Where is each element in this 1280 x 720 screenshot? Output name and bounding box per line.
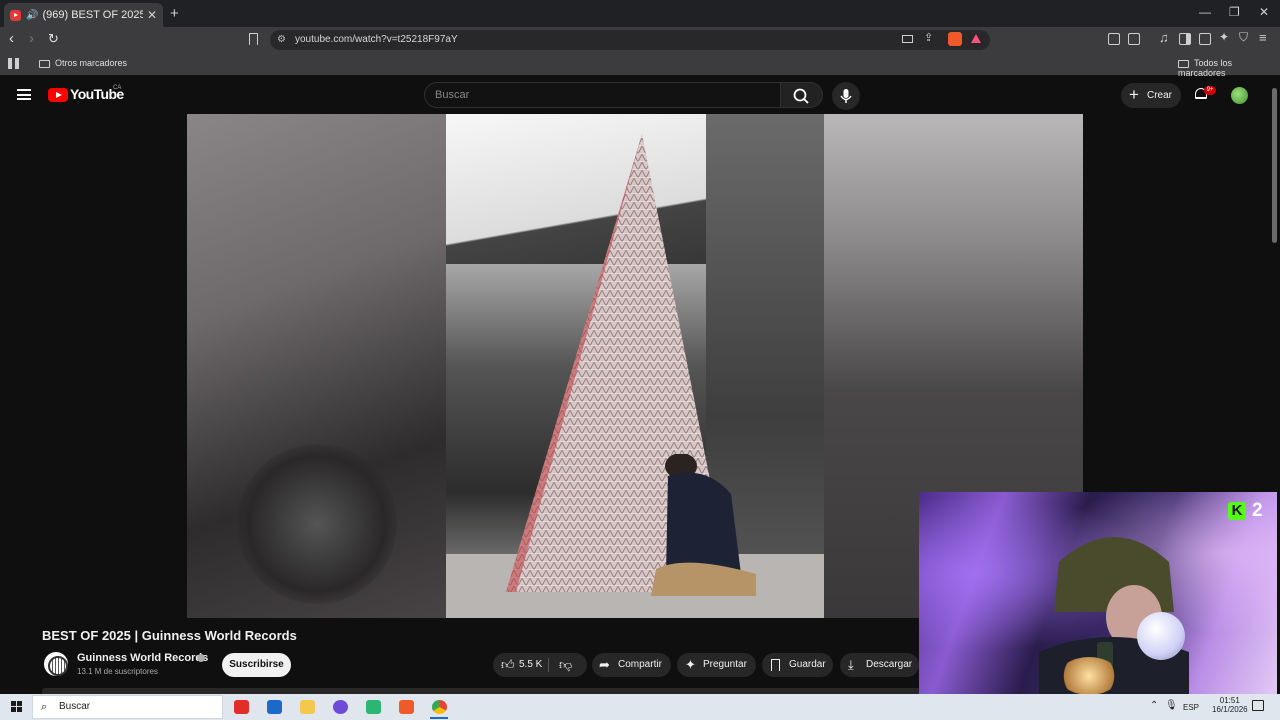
leo-ai-icon[interactable]: ✦ [1219,30,1229,44]
like-dislike-group: 👍︎ 5.5 K 👎︎ [493,653,587,677]
brave-rewards-icon[interactable] [971,34,981,43]
share-button[interactable]: ➦ Compartir [592,653,671,677]
tab-title: (969) BEST OF 2025 | Guinness [42,9,143,21]
app-icon[interactable] [366,700,381,714]
youtube-logo-icon[interactable] [48,88,68,102]
save-bookmark-icon [771,659,780,671]
vpn-shield-icon[interactable]: ⛉ [1239,30,1248,45]
new-tab-button[interactable]: + [170,5,179,22]
url-text: youtube.com/watch?v=t25218F97aY [295,34,458,45]
create-button[interactable]: + Crear [1121,83,1181,108]
tray-chevron-icon[interactable]: ⌃ [1150,700,1158,711]
bookmarks-bar [0,53,1280,75]
chrome-browser-icon[interactable] [432,700,447,714]
search-icon: ⌕ [41,701,48,713]
user-avatar[interactable] [1231,87,1248,104]
download-button[interactable]: ⤓ Descargar [840,653,919,677]
save-button[interactable]: Guardar [762,653,833,677]
like-count[interactable]: 5.5 K [519,653,542,677]
sidebar-icon[interactable] [1179,33,1191,45]
voice-search-button[interactable] [832,82,860,110]
screenshot-icon[interactable] [1128,33,1140,45]
lamp-image [1137,612,1185,660]
search-input[interactable]: Buscar [424,82,781,108]
microphone-tray-icon[interactable]: 🎙︎ [1165,700,1178,711]
brave-shields-icon[interactable] [948,32,962,46]
clock[interactable]: 01:51 16/1/2026 [1212,696,1248,714]
plus-icon: + [1129,85,1139,104]
back-button[interactable]: ‹ [9,31,14,47]
address-bar[interactable]: ⚙ youtube.com/watch?v=t25218F97aY [270,30,990,50]
restore-button[interactable]: ❐ [1229,5,1240,19]
folder-icon [1178,59,1189,68]
video-blur-left [187,114,446,618]
folder-icon [39,59,50,68]
subscribe-button[interactable]: Suscribirse [222,653,291,677]
cast-icon[interactable] [902,35,913,43]
language-indicator[interactable]: ESP [1183,703,1199,712]
notification-center-icon[interactable] [1252,700,1264,711]
candle-image [1059,657,1119,695]
channel-avatar[interactable] [42,650,70,678]
share-icon: ➦ [599,657,610,672]
other-bookmarks[interactable]: Otros marcadores [39,58,127,68]
date-text: 16/1/2026 [1212,705,1248,714]
bookmark-icon[interactable] [249,33,258,45]
speaker-icon[interactable]: 🔊 [26,10,38,21]
verified-check-icon [197,654,205,662]
subscriber-count: 13.1 M de suscriptores [77,667,158,676]
active-app-indicator [430,717,448,719]
file-explorer-icon[interactable] [300,700,315,714]
kick-viewer-count: 2 [1252,500,1263,521]
windows-start-icon[interactable] [11,701,22,712]
microphone-icon [840,89,852,103]
webcam-overlay [919,492,1277,695]
time-text: 01:51 [1219,696,1240,705]
country-code: CA [113,85,122,91]
extensions-icon[interactable] [1108,33,1120,45]
forward-button[interactable]: › [29,31,34,47]
ask-button[interactable]: ✦ Preguntar [677,653,756,677]
thumbs-down-icon[interactable]: 👎︎ [559,653,572,677]
site-settings-icon[interactable]: ⚙ [277,30,286,50]
taskbar-search[interactable]: ⌕ Buscar [32,695,223,719]
browser-menu-icon[interactable]: ≡ [1259,30,1267,45]
notification-badge: 9+ [1204,86,1216,95]
video-frame [446,114,824,618]
app-icon[interactable] [333,700,348,714]
youtube-favicon-icon [10,9,21,21]
channel-name[interactable]: Guinness World Records [77,652,208,664]
thumbs-up-icon[interactable]: 👍︎ [501,653,515,677]
download-icon: ⤓ [848,657,854,672]
hamburger-menu-icon[interactable] [17,89,31,100]
close-tab-icon[interactable]: ✕ [147,8,157,22]
search-button[interactable] [781,82,823,108]
card-tower-image [506,134,732,592]
sparkle-icon: ✦ [685,657,696,672]
store-app-icon[interactable] [267,700,282,714]
minimize-button[interactable]: — [1199,5,1211,19]
brave-browser-icon[interactable] [399,700,414,714]
apps-grid-icon[interactable] [8,58,19,69]
person-kneeling-image [651,454,756,596]
browser-tab[interactable]: 🔊 (969) BEST OF 2025 | Guinness ✕ [4,3,163,27]
kick-logo-icon: K [1228,502,1246,520]
wallet-icon[interactable] [1199,33,1211,45]
page-scrollbar[interactable] [1272,88,1277,243]
like-divider [548,658,549,672]
share-page-icon[interactable]: ⇪ [924,31,933,44]
search-icon [793,88,809,104]
browser-tab-bar [0,0,1280,27]
media-controls-icon[interactable]: ♫ [1159,30,1169,45]
close-window-button[interactable]: ✕ [1259,5,1269,19]
video-title: BEST OF 2025 | Guinness World Records [42,628,297,643]
youtube-app-icon[interactable] [234,700,249,714]
reload-button[interactable]: ↻ [48,31,59,47]
all-bookmarks[interactable]: Todos los marcadores [1178,58,1280,78]
